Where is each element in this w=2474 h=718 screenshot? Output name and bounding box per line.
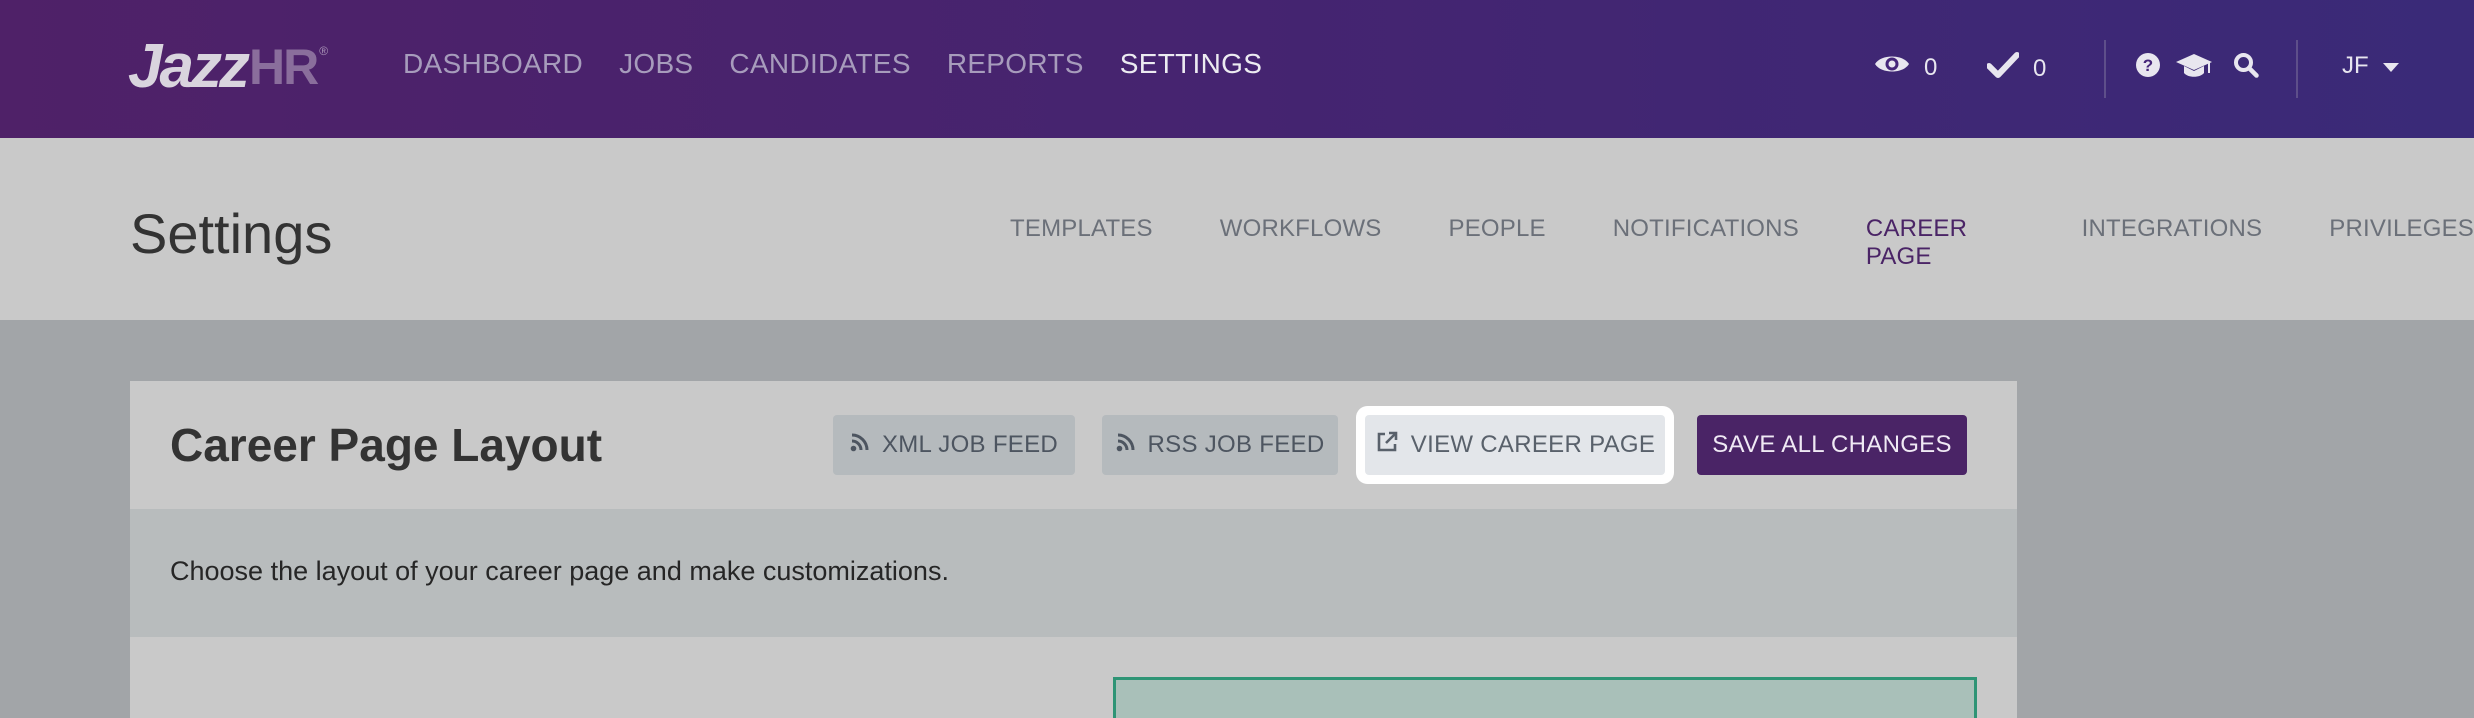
top-right-tools: 0 0 ? JF [1774, 0, 2474, 138]
external-link-icon [1375, 430, 1399, 461]
card-description-row: Choose the layout of your career page an… [130, 509, 2017, 637]
career-page-layout-card: Career Page Layout XML JOB FEED RSS JOB … [130, 381, 2017, 718]
search-icon [2233, 52, 2259, 85]
logo-jazz-text: Jazz [128, 32, 250, 101]
check-icon [1986, 52, 2020, 85]
views-indicator[interactable]: 0 [1874, 52, 1937, 83]
card-description: Choose the layout of your career page an… [170, 556, 949, 586]
tasks-indicator[interactable]: 0 [1986, 52, 2047, 85]
user-initials: JF [2342, 52, 2369, 79]
settings-header: Settings TEMPLATES WORKFLOWS PEOPLE NOTI… [0, 138, 2474, 320]
xml-job-feed-label: XML JOB FEED [881, 431, 1059, 458]
divider [2104, 40, 2106, 98]
top-navigation-bar: Jazz HR ® DASHBOARD JOBS CANDIDATES REPO… [0, 0, 2474, 138]
caret-down-icon [2382, 52, 2399, 80]
rss-job-feed-label: RSS JOB FEED [1147, 431, 1325, 458]
tab-career-page[interactable]: CAREER PAGE [1866, 215, 2015, 271]
nav-jobs[interactable]: JOBS [619, 48, 693, 80]
tab-people[interactable]: PEOPLE [1449, 215, 1546, 271]
page-title: Settings [130, 202, 333, 265]
svg-text:?: ? [2143, 56, 2153, 75]
eye-icon [1874, 52, 1910, 83]
nav-reports[interactable]: REPORTS [947, 48, 1084, 80]
logo-trademark: ® [319, 44, 329, 58]
layout-preview-option-selected[interactable] [1113, 677, 1977, 718]
view-career-page-button[interactable]: VIEW CAREER PAGE [1365, 415, 1665, 475]
save-all-changes-label: SAVE ALL CHANGES [1712, 431, 1952, 458]
xml-job-feed-button[interactable]: XML JOB FEED [833, 415, 1075, 475]
help-button[interactable]: ? [2135, 52, 2161, 85]
learning-button[interactable] [2175, 52, 2213, 87]
nav-settings[interactable]: SETTINGS [1120, 48, 1262, 80]
views-count: 0 [1924, 53, 1938, 81]
tab-integrations[interactable]: INTEGRATIONS [2082, 215, 2263, 271]
tab-workflows[interactable]: WORKFLOWS [1220, 215, 1382, 271]
search-button[interactable] [2233, 52, 2259, 85]
rss-job-feed-button[interactable]: RSS JOB FEED [1102, 415, 1338, 475]
tasks-count: 0 [2033, 54, 2047, 82]
nav-candidates[interactable]: CANDIDATES [729, 48, 910, 80]
logo-hr-text: HR [248, 39, 319, 95]
help-icon: ? [2135, 52, 2161, 85]
card-title: Career Page Layout [170, 419, 603, 471]
tab-notifications[interactable]: NOTIFICATIONS [1613, 215, 1799, 271]
rss-icon [1116, 431, 1136, 459]
tab-privileges[interactable]: PRIVILEGES [2329, 215, 2474, 271]
tab-templates[interactable]: TEMPLATES [1010, 215, 1153, 271]
main-nav: DASHBOARD JOBS CANDIDATES REPORTS SETTIN… [403, 48, 1262, 80]
graduation-cap-icon [2175, 52, 2213, 87]
view-career-page-label: VIEW CAREER PAGE [1410, 431, 1656, 458]
card-header: Career Page Layout XML JOB FEED RSS JOB … [130, 381, 2017, 509]
jazzhr-logo[interactable]: Jazz HR ® [128, 34, 328, 100]
save-all-changes-button[interactable]: SAVE ALL CHANGES [1697, 415, 1967, 475]
nav-dashboard[interactable]: DASHBOARD [403, 48, 583, 80]
settings-tabs: TEMPLATES WORKFLOWS PEOPLE NOTIFICATIONS… [1010, 215, 2474, 271]
rss-icon [850, 431, 870, 459]
divider [2296, 40, 2298, 98]
user-menu[interactable]: JF [2342, 52, 2399, 80]
